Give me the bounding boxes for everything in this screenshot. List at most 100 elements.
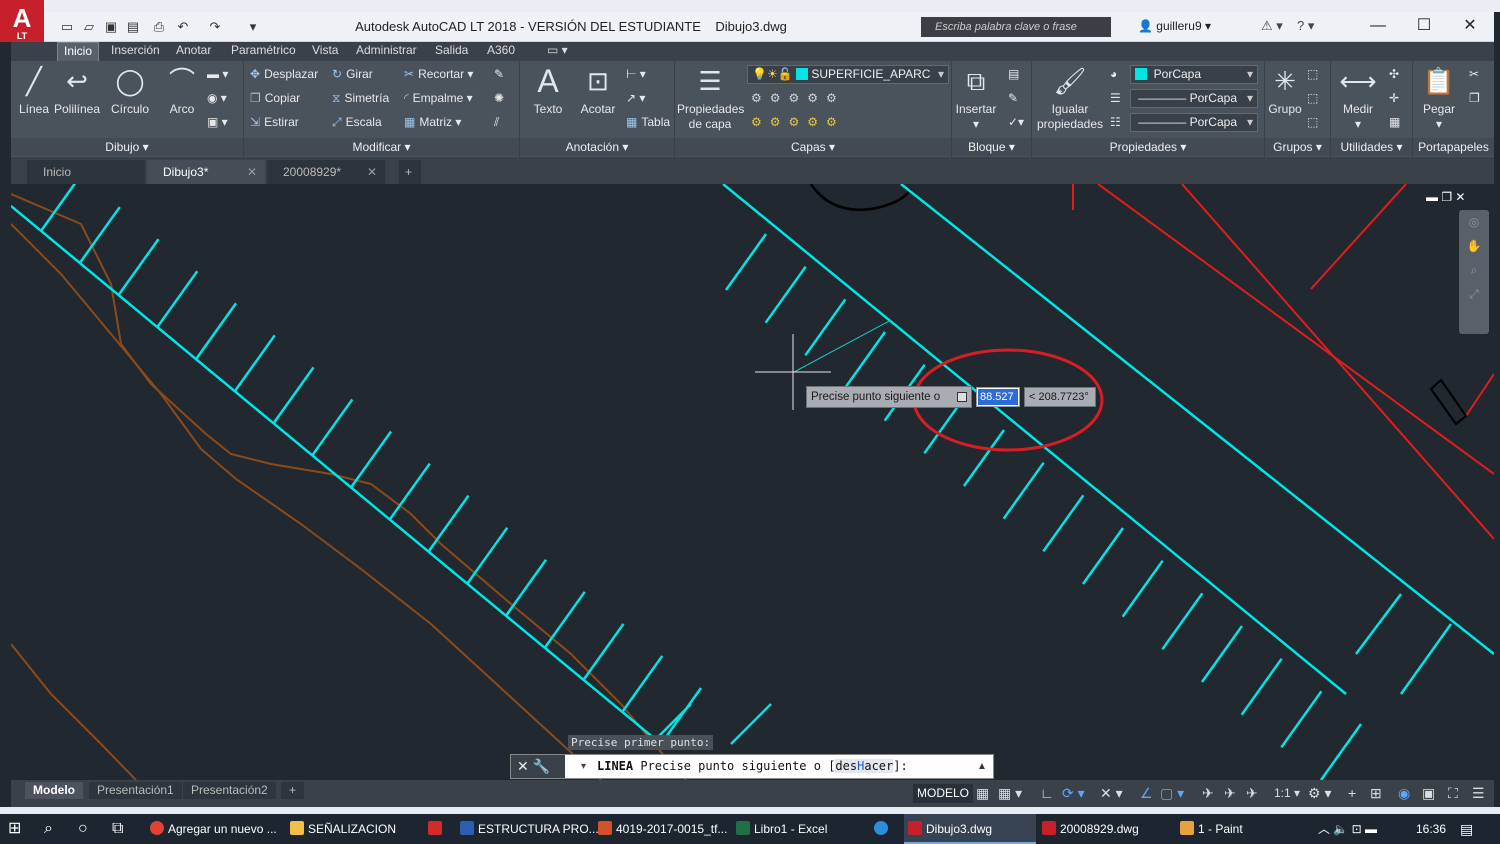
panel-title-portapapeles[interactable]: Portapapeles <box>1413 138 1494 156</box>
layout-tab-presentacion1[interactable]: Presentación1 <box>89 782 182 799</box>
move-button[interactable]: ✥ Desplazar <box>250 65 318 83</box>
ribbon-options-icon[interactable]: ▭ ▾ <box>541 42 574 61</box>
panel-title-modificar[interactable]: Modificar ▾ <box>244 138 519 156</box>
tab-administrar[interactable]: Administrar <box>350 42 423 61</box>
taskbar-autocad-20008929[interactable]: 20008929.dwg <box>1042 814 1139 844</box>
dimstyle-icon[interactable]: ⊢ ▾ <box>626 65 646 83</box>
angle-input[interactable]: < 208.7723° <box>1024 387 1096 407</box>
mirror-button[interactable]: ⧖ Simetría <box>332 89 389 107</box>
grid-icon[interactable]: ▦ <box>976 785 989 801</box>
arc-button[interactable]: ⌒ Arco <box>161 63 203 117</box>
doc-tab-dibujo3[interactable]: Dibujo3* ✕ <box>147 160 265 184</box>
drawing-canvas[interactable]: ▬ ❐ ✕ ◎ ✋ ⌕ ⤢ <box>11 184 1494 780</box>
array-button[interactable]: ▦ Matriz ▾ <box>404 113 461 131</box>
command-recent-icon[interactable]: ▾ <box>581 755 586 778</box>
copy-button[interactable]: ❐ Copiar <box>250 89 300 107</box>
taskbar-paint[interactable]: 1 - Paint <box>1180 814 1243 844</box>
help-icon[interactable]: ? ▾ <box>1297 18 1314 34</box>
quickselect-icon[interactable]: ✣ <box>1389 65 1399 83</box>
panel-title-propiedades[interactable]: Propiedades ▾ <box>1032 138 1264 156</box>
task-view-icon[interactable]: ⧉ <box>112 814 123 844</box>
leader-icon[interactable]: ↗ ▾ <box>626 89 645 107</box>
command-line[interactable]: ✕ 🔧 ▾ LINEA Precise punto siguiente o [d… <box>510 754 994 779</box>
snap-icon[interactable]: ▦ ▾ <box>998 785 1022 801</box>
boundary-icon[interactable]: ▣ ▾ <box>207 113 228 131</box>
scale-button[interactable]: ⤢ Escala <box>332 113 382 131</box>
ortho-icon[interactable]: ∟ <box>1040 785 1054 801</box>
tab-parametrico[interactable]: Paramétrico <box>225 42 302 61</box>
tab-vista[interactable]: Vista <box>306 42 344 61</box>
tab-salida[interactable]: Salida <box>429 42 474 61</box>
osnap-icon[interactable]: ✕ ▾ <box>1100 785 1123 801</box>
user-account[interactable]: 👤 guilleru9 ▾ <box>1138 19 1211 33</box>
clock[interactable]: 16:36 <box>1416 814 1446 844</box>
match-properties-button[interactable]: 🖌 Igualar propiedades <box>1034 63 1106 132</box>
otrack-icon[interactable]: ∠ <box>1140 785 1153 801</box>
rectangle-icon[interactable]: ▬ ▾ <box>207 65 228 83</box>
create-block-icon[interactable]: ▤ <box>1008 65 1019 83</box>
hatch-icon[interactable]: ◉ ▾ <box>207 89 227 107</box>
annovisibility-icon[interactable]: ✈ <box>1246 785 1258 801</box>
cut-icon[interactable]: ✂ <box>1469 65 1479 83</box>
edit-block-icon[interactable]: ✎ <box>1008 89 1018 107</box>
cortana-icon[interactable]: ○ <box>78 814 88 844</box>
panel-title-utilidades[interactable]: Utilidades ▾ <box>1331 138 1412 156</box>
maximize-button[interactable]: ☐ <box>1401 15 1447 39</box>
options-icon[interactable] <box>957 392 967 402</box>
linetype-icon[interactable]: ☷ <box>1110 113 1121 131</box>
length-input[interactable]: 88.527 <box>976 387 1020 407</box>
text-button[interactable]: A Texto <box>528 63 568 117</box>
dimension-button[interactable]: ⊡ Acotar <box>574 63 622 117</box>
color-wheel-icon[interactable]: ◕ <box>1110 65 1117 83</box>
copy-clip-icon[interactable]: ❐ <box>1469 89 1480 107</box>
taskbar-edge[interactable] <box>874 814 892 844</box>
hardware-icon[interactable]: ▣ <box>1422 785 1435 801</box>
minimize-button[interactable]: — <box>1355 15 1401 39</box>
add-layout-button[interactable]: + <box>281 782 305 799</box>
doc-tab-inicio[interactable]: Inicio <box>27 160 145 184</box>
annotation-scale[interactable]: 1:1 ▾ <box>1274 785 1300 801</box>
rotate-button[interactable]: ↻ Girar <box>332 65 373 83</box>
search-input[interactable]: Escriba palabra clave o frase <box>921 17 1111 37</box>
selection-cycle-icon[interactable]: ▢ ▾ <box>1160 785 1184 801</box>
ungroup-icon[interactable]: ⬚ <box>1307 65 1318 83</box>
annoscale-icon[interactable]: ✈ <box>1224 785 1236 801</box>
taskbar-acrobat[interactable] <box>428 814 446 844</box>
taskbar-word[interactable]: ESTRUCTURA PRO... <box>460 814 599 844</box>
explode-icon[interactable]: ✺ <box>494 89 504 107</box>
layer-tools-row2[interactable]: ⚙⚙⚙⚙⚙ <box>751 113 845 131</box>
taskbar-excel[interactable]: Libro1 - Excel <box>736 814 827 844</box>
command-tools[interactable]: ✕ 🔧 <box>511 755 565 778</box>
settings-icon[interactable]: ⚙ ▾ <box>1308 785 1331 801</box>
notifications-icon[interactable]: ▤ <box>1460 814 1473 844</box>
id-point-icon[interactable]: ✛ <box>1389 89 1399 107</box>
menu-icon[interactable]: ☰ <box>1472 785 1485 801</box>
table-button[interactable]: ▦ Tabla <box>626 113 670 131</box>
close-tab-icon[interactable]: ✕ <box>367 160 377 184</box>
panel-title-capas[interactable]: Capas ▾ <box>675 138 951 156</box>
close-button[interactable]: ✕ <box>1447 15 1493 39</box>
tab-inicio[interactable]: Inicio <box>57 42 100 61</box>
calculator-icon[interactable]: ▦ <box>1389 113 1400 131</box>
panel-title-bloque[interactable]: Bloque ▾ <box>952 138 1031 156</box>
tab-anotar[interactable]: Anotar <box>170 42 217 61</box>
taskbar-folder[interactable]: SEÑALIZACION <box>290 814 396 844</box>
lineweight-dropdown[interactable]: ———— PorCapa <box>1130 89 1258 108</box>
new-tab-button[interactable]: + <box>399 160 421 184</box>
layer-tools-row1[interactable]: ⚙⚙⚙⚙⚙ <box>751 89 845 107</box>
stretch-button[interactable]: ⇲ Estirar <box>250 113 299 131</box>
layer-properties-button[interactable]: ☰ Propiedades de capa <box>677 63 744 132</box>
fullscreen-icon[interactable]: ⛶ <box>1448 785 1458 801</box>
offset-icon[interactable]: ⫽ <box>494 113 499 131</box>
paste-button[interactable]: 📋 Pegar ▾ <box>1415 63 1463 132</box>
annotation-icon[interactable]: ✈ <box>1202 785 1214 801</box>
panel-title-grupos[interactable]: Grupos ▾ <box>1265 138 1330 156</box>
model-space-button[interactable]: MODELO <box>913 784 974 803</box>
group-select-icon[interactable]: ⬚ <box>1307 113 1318 131</box>
circle-button[interactable]: ◯ Círculo <box>107 63 153 117</box>
taskbar-chrome[interactable]: Agregar un nuevo ... <box>150 814 277 844</box>
navigation-bar[interactable]: ◎ ✋ ⌕ ⤢ <box>1459 210 1489 334</box>
layout-tab-modelo[interactable]: Modelo <box>25 782 83 799</box>
panel-title-anotacion[interactable]: Anotación ▾ <box>520 138 674 156</box>
taskbar-powerpoint[interactable]: 4019-2017-0015_tf... <box>598 814 727 844</box>
